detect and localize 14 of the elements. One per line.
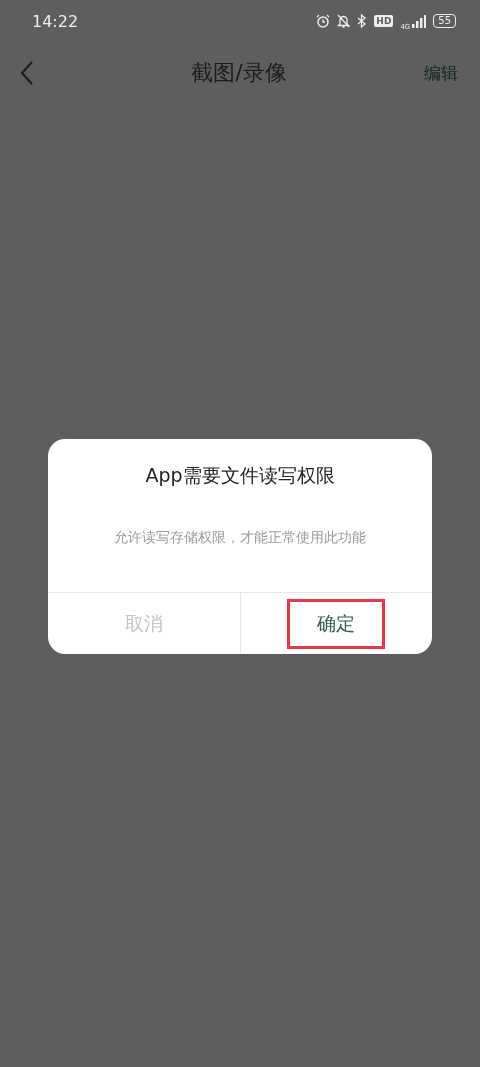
edit-button[interactable]: 编辑 xyxy=(424,61,458,85)
alarm-icon xyxy=(316,14,331,28)
battery-level: 55 xyxy=(433,14,456,28)
hd-icon: HD xyxy=(374,15,394,27)
bluetooth-icon xyxy=(357,14,368,28)
dialog-message: 允许读写存储权限，才能正常使用此功能 xyxy=(113,529,367,547)
signal-icon xyxy=(412,14,427,28)
confirm-button[interactable]: 确定 xyxy=(287,598,386,649)
back-icon[interactable] xyxy=(20,61,34,85)
bell-muted-icon xyxy=(337,14,351,28)
dialog-title: App需要文件读写权限 xyxy=(144,463,336,488)
cancel-button[interactable]: 取消 xyxy=(94,598,193,649)
page-title: 截图/录像 xyxy=(191,59,287,87)
clock: 14:22 xyxy=(32,11,80,31)
